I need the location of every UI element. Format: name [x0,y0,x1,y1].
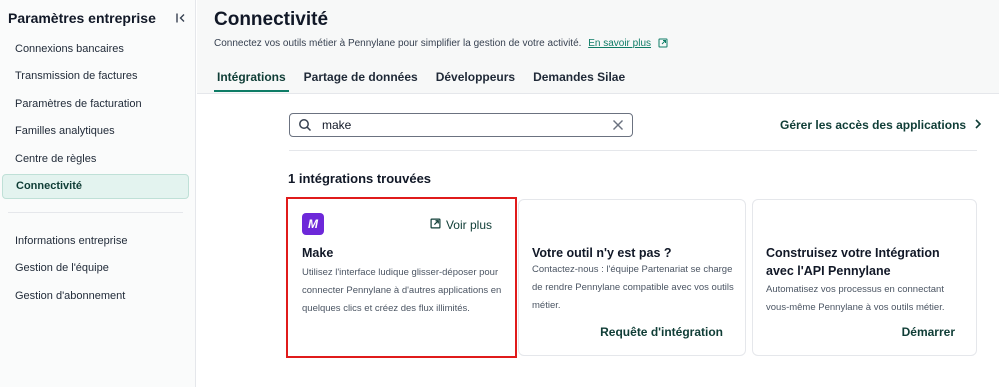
card-description: Utilisez l'interface ludique glisser-dép… [302,267,502,314]
sidebar: Paramètres entreprise Connexions bancair… [0,0,196,387]
page-title: Connectivité [214,9,329,30]
sidebar-item-transmission-factures[interactable]: Transmission de factures [2,64,189,89]
integration-card-api: Construisez votre Intégration avec l'API… [752,199,977,356]
page-header: Connectivité Connectez vos outils métier… [197,0,999,94]
card-description: Automatisez vos processus en connectant … [766,284,945,313]
external-link-icon [430,218,441,232]
sidebar-item-label: Familles analytiques [15,125,115,137]
card-title: Votre outil n'y est pas ? [532,246,672,260]
tab-partage-donnees[interactable]: Partage de données [301,70,421,92]
main-content: Connectivité Connectez vos outils métier… [197,0,999,387]
integration-card-request: Votre outil n'y est pas ? Contactez-nous… [518,199,746,356]
search-input[interactable] [322,118,612,132]
tab-integrations[interactable]: Intégrations [214,70,289,92]
manage-app-access-link[interactable]: Gérer les accès des applications [780,118,982,132]
external-link-icon[interactable] [658,38,668,51]
search-field[interactable] [289,113,633,137]
sidebar-item-label: Transmission de factures [15,70,138,82]
manage-app-access-label: Gérer les accès des applications [780,118,967,132]
sidebar-item-label: Paramètres de facturation [15,97,142,110]
search-icon [298,118,312,132]
sidebar-item-gestion-equipe[interactable]: Gestion de l'équipe [2,256,189,281]
collapse-sidebar-icon[interactable] [174,11,188,25]
sidebar-item-familles-analytiques[interactable]: Familles analytiques [2,119,189,144]
sidebar-item-label: Gestion d'abonnement [15,289,126,302]
sidebar-item-label: Informations entreprise [15,234,128,247]
sidebar-item-label: Connexions bancaires [15,42,124,55]
start-button[interactable]: Démarrer [902,325,955,339]
sidebar-header: Paramètres entreprise [8,8,188,28]
sidebar-item-gestion-abonnement[interactable]: Gestion d'abonnement [2,283,189,308]
request-integration-button[interactable]: Requête d'intégration [600,325,723,339]
sidebar-item-label: Gestion de l'équipe [15,262,109,274]
make-logo: M [302,213,324,235]
sidebar-item-connectivite[interactable]: Connectivité [2,173,189,199]
learn-more-link[interactable]: En savoir plus [588,38,651,49]
card-title: Construisez votre Intégration avec l'API… [766,246,940,278]
sidebar-nav: Connexions bancaires Transmission de fac… [2,36,189,201]
tab-demandes-silae[interactable]: Demandes Silae [530,70,628,92]
page-subtitle: Connectez vos outils métier à Pennylane … [214,38,668,51]
sidebar-item-parametres-facturation[interactable]: Paramètres de facturation [2,91,189,116]
results-count: 1 intégrations trouvées [288,171,432,186]
divider [289,150,977,151]
integration-card-make[interactable]: M Voir plus Make Utilisez l'interface lu… [286,197,517,358]
sidebar-item-informations-entreprise[interactable]: Informations entreprise [2,228,189,253]
sidebar-item-connexions-bancaires[interactable]: Connexions bancaires [2,36,189,61]
voir-plus-label: Voir plus [445,218,492,232]
card-title: Make [302,246,334,260]
sidebar-divider [8,212,183,213]
tab-developpeurs[interactable]: Développeurs [433,70,518,92]
voir-plus-link[interactable]: Voir plus [430,218,492,232]
sidebar-item-centre-regles[interactable]: Centre de règles [2,146,189,171]
sidebar-title: Paramètres entreprise [8,10,156,26]
clear-search-icon[interactable] [612,119,624,131]
tabs: Intégrations Partage de données Développ… [214,70,628,92]
sidebar-item-label: Centre de règles [15,152,97,165]
subtitle-text: Connectez vos outils métier à Pennylane … [214,38,582,49]
card-description: Contactez-nous : l'équipe Partenariat se… [532,264,734,311]
sidebar-item-label: Connectivité [16,180,83,192]
sidebar-nav-secondary: Informations entreprise Gestion de l'équ… [2,228,189,311]
chevron-right-icon [974,118,982,132]
